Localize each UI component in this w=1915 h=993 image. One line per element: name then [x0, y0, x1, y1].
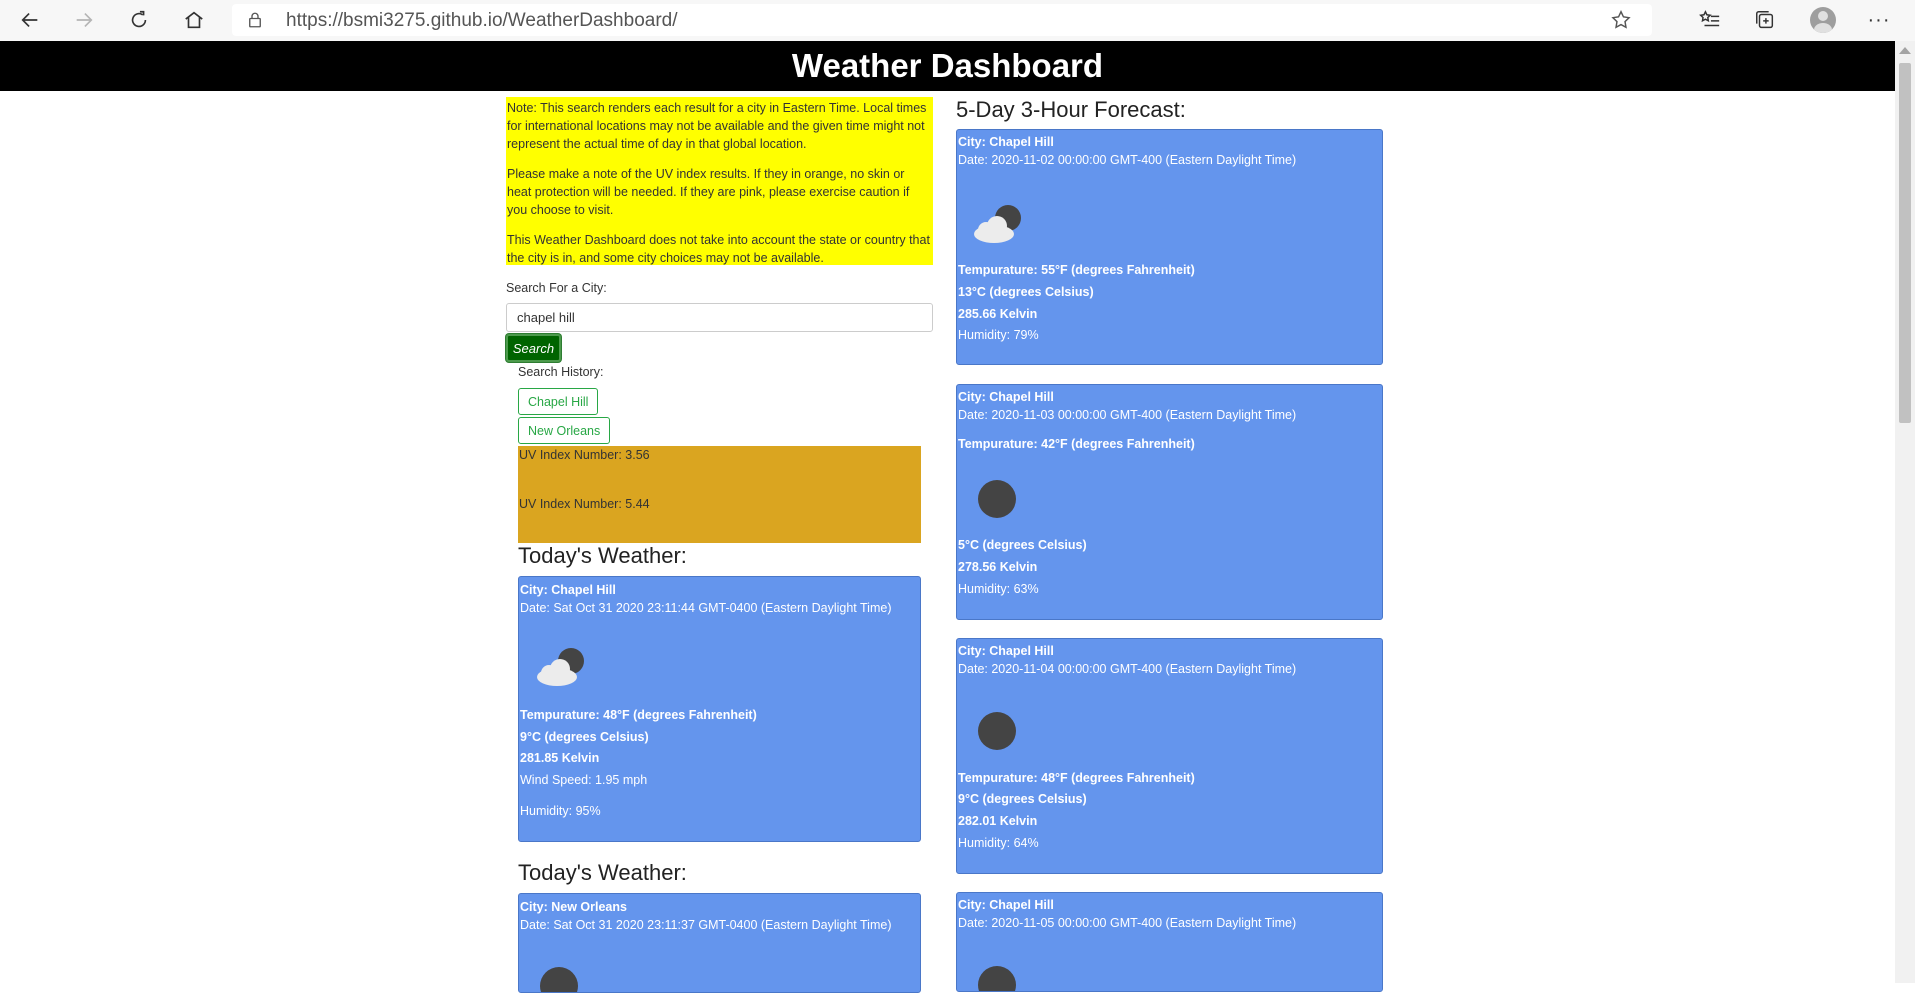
uv-index-box: UV Index Number: 3.56 UV Index Number: 5…: [518, 446, 921, 543]
moon-icon: [978, 712, 1016, 750]
forecast-title: 5-Day 3-Hour Forecast:: [956, 97, 1186, 122]
temperature-kelvin: 278.56 Kelvin: [958, 560, 1038, 574]
search-history-label: Search History:: [518, 365, 604, 379]
favorites-list-icon: [1699, 10, 1720, 27]
city-name: City: Chapel Hill: [958, 898, 1054, 912]
temperature-fahrenheit: Tempurature: 42°F (degrees Fahrenheit): [958, 437, 1195, 451]
temperature-fahrenheit: Tempurature: 48°F (degrees Fahrenheit): [520, 708, 757, 722]
back-button[interactable]: [13, 3, 47, 37]
note-paragraph: This Weather Dashboard does not take int…: [507, 233, 930, 265]
back-arrow-icon: [21, 12, 38, 28]
partly-cloudy-night-icon: [974, 205, 1021, 243]
note-box: Note: This search renders each result fo…: [506, 97, 933, 265]
scroll-thumb[interactable]: [1899, 63, 1911, 423]
weather-date: Date: Sat Oct 31 2020 23:11:37 GMT-0400 …: [520, 918, 892, 932]
temperature-celsius: 9°C (degrees Celsius): [958, 792, 1087, 806]
settings-more-button[interactable]: ···: [1864, 5, 1894, 35]
note-paragraph: Note: This search renders each result fo…: [507, 101, 927, 151]
city-name: City: Chapel Hill: [958, 135, 1054, 149]
city-name: City: Chapel Hill: [958, 390, 1054, 404]
humidity: Humidity: 63%: [958, 582, 1039, 596]
moon-icon: [978, 480, 1016, 518]
ellipsis-icon: ···: [1867, 8, 1891, 31]
wind-speed: Wind Speed: 1.95 mph: [520, 773, 648, 787]
humidity: Humidity: 64%: [958, 836, 1039, 850]
history-button-chapel-hill[interactable]: Chapel Hill: [518, 388, 599, 415]
history-button-new-orleans[interactable]: New Orleans: [518, 417, 611, 444]
page-scrollbar[interactable]: [1895, 41, 1915, 983]
forward-button[interactable]: [67, 3, 101, 37]
moon-icon: [540, 967, 578, 992]
temperature-kelvin: 281.85 Kelvin: [520, 751, 600, 765]
temperature-kelvin: 282.01 Kelvin: [958, 814, 1038, 828]
moon-icon: [978, 966, 1016, 991]
profile-button[interactable]: [1808, 5, 1838, 35]
refresh-button[interactable]: [122, 3, 156, 37]
page-title: Weather Dashboard: [0, 41, 1895, 91]
collections-icon: [1756, 11, 1774, 29]
forecast-card: City: Chapel Hill Date: 2020-11-02 00:00…: [956, 129, 1383, 365]
browser-toolbar: https://bsmi3275.github.io/WeatherDashbo…: [0, 0, 1915, 42]
city-name: City: Chapel Hill: [520, 583, 616, 597]
search-label: Search For a City:: [506, 281, 607, 295]
humidity: Humidity: 79%: [958, 328, 1039, 342]
temperature-kelvin: 285.66 Kelvin: [958, 307, 1038, 321]
temperature-celsius: 5°C (degrees Celsius): [958, 538, 1087, 552]
temperature-celsius: 9°C (degrees Celsius): [520, 730, 649, 744]
search-button[interactable]: Search: [506, 334, 561, 362]
address-bar[interactable]: https://bsmi3275.github.io/WeatherDashbo…: [232, 4, 1652, 36]
weather-date: Date: Sat Oct 31 2020 23:11:44 GMT-0400 …: [520, 601, 892, 615]
scroll-up-icon[interactable]: [1899, 47, 1911, 54]
forecast-date: Date: 2020-11-05 00:00:00 GMT-400 (Easte…: [958, 916, 1297, 930]
forecast-date: Date: 2020-11-04 00:00:00 GMT-400 (Easte…: [958, 662, 1297, 676]
note-paragraph: Please make a note of the UV index resul…: [507, 167, 910, 217]
temperature-fahrenheit: Tempurature: 48°F (degrees Fahrenheit): [958, 771, 1195, 785]
today-weather-card: City: New Orleans Date: Sat Oct 31 2020 …: [518, 893, 921, 993]
uv-index-value: UV Index Number: 5.44: [519, 497, 650, 511]
url-text: https://bsmi3275.github.io/WeatherDashbo…: [286, 10, 678, 31]
collections-button[interactable]: [1750, 5, 1780, 35]
forecast-card: City: Chapel Hill Date: 2020-11-04 00:00…: [956, 638, 1383, 874]
today-weather-card: City: Chapel Hill Date: Sat Oct 31 2020 …: [518, 576, 921, 842]
temperature-celsius: 13°C (degrees Celsius): [958, 285, 1094, 299]
todays-weather-title: Today's Weather:: [518, 543, 687, 568]
avatar: [1810, 7, 1836, 33]
refresh-icon: [131, 10, 147, 28]
favorites-button[interactable]: [1695, 5, 1725, 35]
city-name: City: Chapel Hill: [958, 644, 1054, 658]
temperature-fahrenheit: Tempurature: 55°F (degrees Fahrenheit): [958, 263, 1195, 277]
uv-index-value: UV Index Number: 3.56: [519, 448, 650, 462]
forward-arrow-icon: [76, 12, 93, 28]
humidity: Humidity: 95%: [520, 804, 601, 818]
home-button[interactable]: [177, 3, 211, 37]
favorite-star-icon[interactable]: [1610, 9, 1632, 31]
city-search-input[interactable]: [506, 303, 933, 332]
forecast-date: Date: 2020-11-03 00:00:00 GMT-400 (Easte…: [958, 408, 1297, 422]
forecast-card: City: Chapel Hill Date: 2020-11-03 00:00…: [956, 384, 1383, 620]
lock-icon: [249, 12, 261, 28]
home-icon: [185, 11, 203, 29]
partly-cloudy-night-icon: [537, 648, 584, 686]
city-name: City: New Orleans: [520, 900, 627, 914]
todays-weather-title: Today's Weather:: [518, 860, 687, 885]
forecast-date: Date: 2020-11-02 00:00:00 GMT-400 (Easte…: [958, 153, 1297, 167]
forecast-card: City: Chapel Hill Date: 2020-11-05 00:00…: [956, 892, 1383, 992]
